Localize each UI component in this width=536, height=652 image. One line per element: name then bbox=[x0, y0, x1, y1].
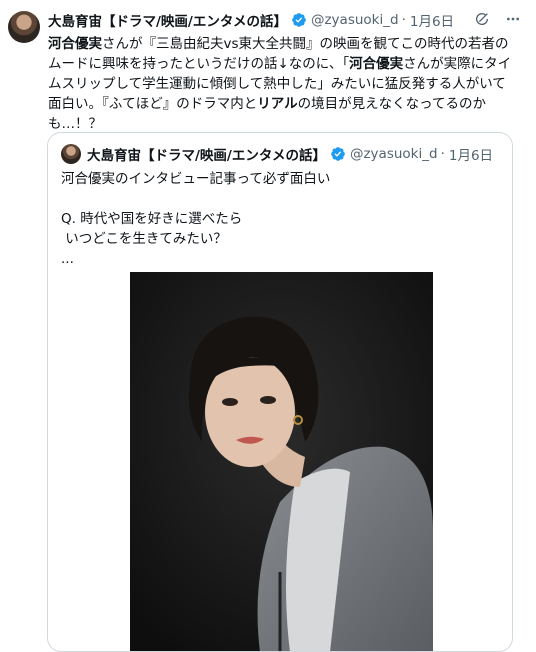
portrait-image bbox=[130, 272, 433, 651]
quote-text-line: ... bbox=[61, 251, 74, 267]
avatar[interactable] bbox=[8, 11, 40, 43]
tweet-header: 大島育宙【ドラマ/映画/エンタメの話】 @zyasuoki_d · 1月6日 bbox=[48, 10, 454, 30]
separator: · bbox=[401, 12, 406, 28]
tweet-text: 河合優実さんが『三島由紀夫vs東大全共闘』の映画を観てこの時代の若者のムードに興… bbox=[48, 34, 518, 134]
quote-text-line: 河合優実のインタビュー記事って必ず面白い bbox=[61, 171, 331, 187]
quote-text: 河合優実のインタビュー記事って必ず面白い Q. 時代や国を好きに選べたら いつど… bbox=[61, 169, 501, 269]
quote-text-line: Q. 時代や国を好きに選べたら bbox=[61, 211, 243, 227]
quote-header: 大島育宙【ドラマ/映画/エンタメの話】 @zyasuoki_d · 1月6日 bbox=[87, 144, 493, 164]
quoted-tweet[interactable]: 大島育宙【ドラマ/映画/エンタメの話】 @zyasuoki_d · 1月6日 河… bbox=[47, 132, 513, 652]
tweet: 大島育宙【ドラマ/映画/エンタメの話】 @zyasuoki_d · 1月6日 河… bbox=[0, 0, 536, 652]
quote-text-line bbox=[61, 189, 501, 209]
bold-mention: 河合優実 bbox=[48, 36, 102, 52]
bold-mention: 河合優実 bbox=[349, 56, 404, 72]
handle[interactable]: @zyasuoki_d bbox=[311, 12, 399, 28]
bold-word: リアル bbox=[257, 96, 298, 112]
grok-icon[interactable] bbox=[474, 11, 490, 27]
verified-badge-icon bbox=[331, 147, 345, 161]
more-options-icon[interactable] bbox=[504, 11, 522, 27]
quote-timestamp: 1月6日 bbox=[448, 148, 494, 164]
quote-photo[interactable] bbox=[130, 272, 433, 651]
quote-display-name: 大島育宙【ドラマ/映画/エンタメの話】 bbox=[87, 148, 326, 164]
quote-avatar bbox=[61, 144, 81, 164]
display-name[interactable]: 大島育宙【ドラマ/映画/エンタメの話】 bbox=[48, 10, 287, 30]
verified-badge-icon bbox=[292, 13, 306, 27]
timestamp[interactable]: 1月6日 bbox=[410, 10, 454, 30]
quote-text-line: いつどこを生きてみたい？ bbox=[61, 231, 227, 247]
quote-handle: @zyasuoki_d bbox=[349, 146, 438, 162]
separator: · bbox=[440, 146, 445, 162]
